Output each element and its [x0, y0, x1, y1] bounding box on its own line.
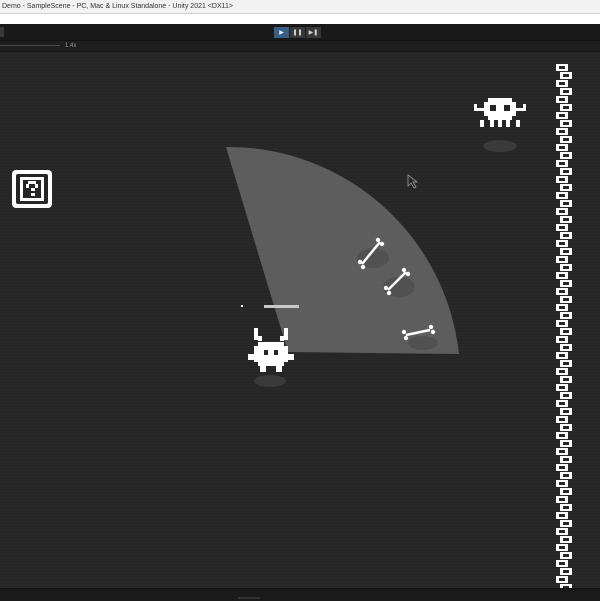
- wall-brick-inner: [559, 578, 565, 581]
- wall-brick-inner: [563, 394, 569, 397]
- wall-brick-inner: [559, 274, 565, 277]
- wall-brick-inner: [563, 458, 569, 461]
- wall-brick-inner: [559, 434, 565, 437]
- wall-brick-inner: [563, 346, 569, 349]
- wall-brick-inner: [563, 314, 569, 317]
- wall-brick-inner: [563, 106, 569, 109]
- wall-brick-inner: [559, 146, 565, 149]
- wall-brick-inner: [563, 362, 569, 365]
- player-sprite: [248, 328, 294, 387]
- wall-brick-inner: [559, 562, 565, 565]
- wall-brick-inner: [559, 82, 565, 85]
- skull-enemy-sprite: [474, 98, 526, 152]
- wall-brick-inner: [559, 546, 565, 549]
- wall-brick-inner: [559, 178, 565, 181]
- wall-brick-inner: [563, 234, 569, 237]
- wall-brick-inner: [563, 154, 569, 157]
- wall-brick-inner: [563, 282, 569, 285]
- wall-brick-inner: [559, 306, 565, 309]
- wall-brick-inner: [559, 98, 565, 101]
- wall-brick-inner: [563, 330, 569, 333]
- wall-brick-inner: [563, 202, 569, 205]
- wall-brick-inner: [559, 498, 565, 501]
- wall-brick-inner: [563, 538, 569, 541]
- wall-brick-inner: [559, 242, 565, 245]
- wall-brick-inner: [563, 138, 569, 141]
- wall-brick-inner: [563, 410, 569, 413]
- wall-brick-inner: [559, 66, 565, 69]
- wall-brick-inner: [563, 426, 569, 429]
- wall-brick-inner: [559, 210, 565, 213]
- wall-brick-inner: [559, 290, 565, 293]
- wall-brick-inner: [559, 450, 565, 453]
- wall-brick-inner: [563, 490, 569, 493]
- wall-brick-inner: [559, 482, 565, 485]
- wall-brick-inner: [559, 162, 565, 165]
- player-health-bar: [264, 305, 299, 308]
- status-bar: [0, 588, 600, 601]
- wall-brick-inner: [559, 402, 565, 405]
- wall-brick-inner: [559, 386, 565, 389]
- wall-brick-inner: [559, 258, 565, 261]
- wall-brick-inner: [563, 522, 569, 525]
- vision-cone: [226, 146, 459, 354]
- wall-brick-inner: [559, 370, 565, 373]
- wall-brick-inner: [563, 90, 569, 93]
- wall-brick-inner: [559, 114, 565, 117]
- wall-brick-inner: [563, 442, 569, 445]
- wall-brick-inner: [559, 466, 565, 469]
- wall-brick-inner: [559, 226, 565, 229]
- wall-brick-inner: [563, 170, 569, 173]
- mystery-box-icon[interactable]: [12, 170, 52, 208]
- wall-brick-inner: [563, 218, 569, 221]
- wall-brick-inner: [563, 266, 569, 269]
- wall-brick-inner: [559, 514, 565, 517]
- wall-brick-inner: [559, 530, 565, 533]
- wall-brick-inner: [563, 570, 569, 573]
- wall-brick-inner: [563, 378, 569, 381]
- status-bar-handle[interactable]: [238, 597, 260, 599]
- wall-brick-inner: [559, 322, 565, 325]
- game-scene: [12, 64, 572, 591]
- wall-column: [556, 64, 572, 591]
- wall-brick-inner: [563, 506, 569, 509]
- wall-brick-inner: [559, 194, 565, 197]
- wall-brick-inner: [559, 418, 565, 421]
- wall-brick-inner: [559, 338, 565, 341]
- wall-brick-inner: [563, 298, 569, 301]
- cursor-icon: [407, 174, 419, 189]
- wall-brick-inner: [563, 250, 569, 253]
- aim-dot: [241, 305, 243, 307]
- wall-brick-inner: [563, 474, 569, 477]
- wall-brick-inner: [559, 354, 565, 357]
- wall-brick-inner: [563, 554, 569, 557]
- wall-brick-inner: [559, 130, 565, 133]
- wall-brick-inner: [563, 186, 569, 189]
- wall-brick-inner: [563, 74, 569, 77]
- wall-brick-inner: [563, 122, 569, 125]
